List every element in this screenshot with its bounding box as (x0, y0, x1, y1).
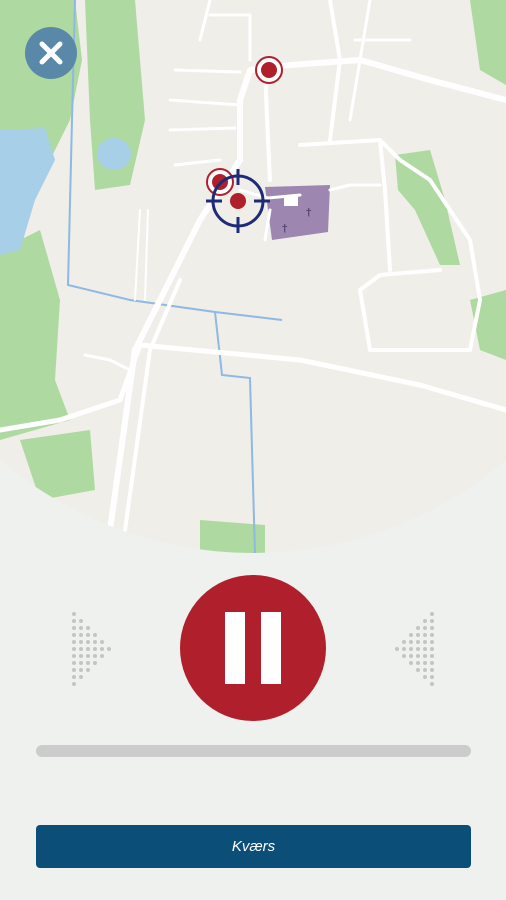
svg-text:†: † (282, 222, 288, 235)
next-arrow-icon (395, 612, 434, 686)
map-view[interactable]: † † (0, 0, 506, 555)
svg-text:†: † (306, 206, 312, 219)
map-canvas[interactable]: † † (0, 0, 506, 555)
previous-button[interactable] (70, 610, 114, 688)
close-button[interactable] (25, 27, 77, 79)
location-name-label: Kværs (231, 838, 276, 855)
pause-button[interactable] (180, 575, 326, 721)
location-name-button[interactable]: Kværs (36, 825, 471, 868)
close-icon (39, 41, 63, 65)
poi-marker-north[interactable] (255, 56, 283, 84)
cemetery-area: † † (265, 185, 330, 240)
next-button[interactable] (393, 610, 437, 688)
previous-arrow-icon (72, 612, 111, 686)
audio-progress-bar[interactable] (36, 745, 471, 757)
